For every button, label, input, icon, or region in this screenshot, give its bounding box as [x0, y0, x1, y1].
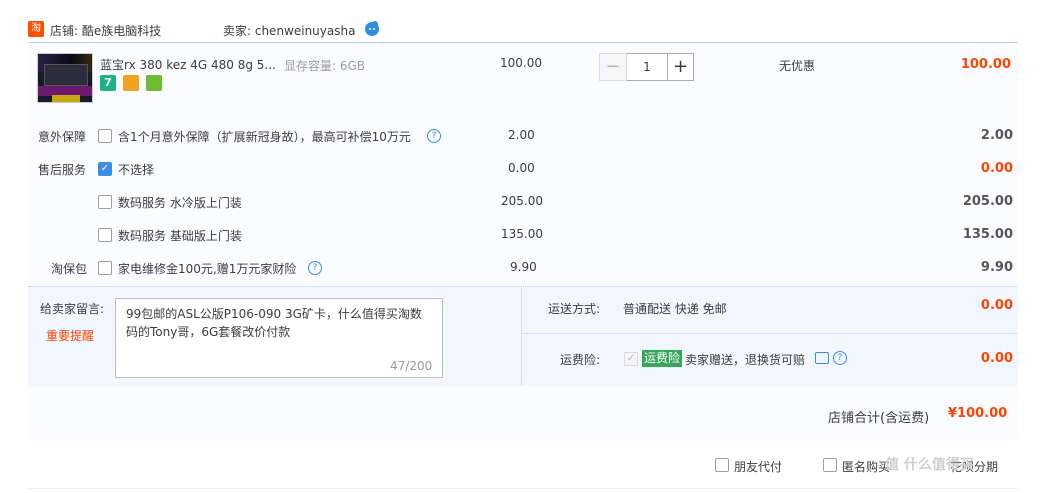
divider [521, 287, 522, 386]
taobao-protection-checkbox[interactable] [98, 261, 112, 275]
taobao-shop-icon: 淘 [28, 21, 44, 37]
anonymous-label[interactable]: 匿名购买 [842, 458, 890, 475]
after-sale-option-total: 205.00 [962, 194, 1013, 209]
unit-price: 100.00 [500, 56, 542, 70]
quantity-input[interactable]: 1 [627, 53, 667, 81]
taobao-protection-price: 9.90 [510, 260, 537, 274]
shop-total-value: ¥100.00 [948, 406, 1008, 421]
help-icon[interactable]: ? [427, 129, 441, 143]
divider [522, 333, 1018, 334]
chat-icon[interactable] [815, 351, 829, 364]
freight-insurance-desc: 卖家赠送，退换货可赔 [685, 353, 806, 367]
shop-total-label: 店铺合计(含运费) [828, 411, 930, 426]
quantity-increase-button[interactable]: + [667, 53, 694, 81]
after-sale-option-total: 0.00 [980, 161, 1013, 176]
seven-day-return-icon[interactable]: 7 [100, 75, 116, 91]
after-sale-option-text: 数码服务 水冷版上门装 [118, 196, 242, 210]
seller-name-link[interactable]: 卖家: chenweinuyasha [223, 22, 355, 39]
after-sale-option-price: 135.00 [501, 227, 543, 241]
product-title-link[interactable]: 蓝宝rx 380 kez 4G 480 8g 5... [100, 56, 276, 73]
taobao-protection-label: 淘保包 [51, 262, 88, 276]
product-thumbnail[interactable] [37, 53, 93, 103]
quantity-decrease-button[interactable]: − [599, 53, 627, 81]
after-sale-none-checkbox[interactable]: ✓ [98, 162, 112, 176]
credit-card-icon[interactable] [122, 75, 139, 91]
shop-name-link[interactable]: 店铺: 酷e族电脑科技 [50, 22, 161, 39]
accident-insurance-label: 意外保障 [38, 130, 87, 144]
accident-insurance-total: 2.00 [980, 128, 1013, 143]
shipping-method-label: 运送方式: [548, 302, 601, 316]
accident-insurance-text: 含1个月意外保障（扩展新冠身故），最高可补偿10万元 [118, 130, 411, 144]
download-service-icon[interactable] [145, 75, 162, 91]
freight-insurance-checkbox: ✓ [624, 352, 638, 366]
shop-header: 淘 店铺: 酷e族电脑科技 卖家: chenweinuyasha [28, 18, 1018, 42]
after-sale-basic-checkbox[interactable] [98, 228, 112, 242]
accident-insurance-checkbox[interactable] [98, 129, 112, 143]
friend-pay-checkbox[interactable] [715, 458, 729, 472]
taobao-protection-text: 家电维修金100元,赠1万元家财险 [118, 262, 297, 276]
after-sale-option-text: 不选择 [118, 163, 155, 177]
after-sale-option-total: 135.00 [962, 227, 1013, 242]
shipping-method-value[interactable]: 普通配送 快递 免邮 [623, 300, 727, 317]
item-subtotal: 100.00 [960, 57, 1011, 72]
friend-pay-label[interactable]: 朋友代付 [734, 458, 782, 475]
freight-insurance-icons: ? [815, 350, 847, 365]
after-sale-watercool-checkbox[interactable] [98, 195, 112, 209]
shipping-price: 0.00 [980, 298, 1013, 313]
help-icon[interactable]: ? [832, 350, 847, 365]
important-reminder-link[interactable]: 重要提醒 [46, 327, 94, 344]
taobao-protection-total: 9.90 [980, 260, 1013, 275]
message-char-count: 47/200 [390, 359, 433, 373]
seller-message-label: 给卖家留言: [40, 302, 105, 316]
freight-insurance-price: 0.00 [980, 351, 1013, 366]
after-sale-label: 售后服务 [38, 163, 87, 177]
accident-insurance-price: 2.00 [508, 128, 535, 142]
after-sale-option-text: 数码服务 基础版上门装 [118, 229, 242, 243]
help-icon[interactable]: ? [308, 261, 322, 275]
freight-insurance-label: 运费险: [560, 353, 601, 367]
anonymous-checkbox[interactable] [823, 458, 837, 472]
divider [28, 488, 1018, 489]
wangwang-chat-icon[interactable] [364, 20, 380, 36]
service-icons: 7 [100, 75, 165, 91]
after-sale-option-price: 0.00 [508, 161, 535, 175]
promotion-text: 无优惠 [779, 59, 816, 73]
freight-insurance-badge: 运费险 [642, 350, 683, 367]
product-spec: 显存容量: 6GB [284, 59, 366, 73]
watermark: 值 什么值得买 [885, 457, 974, 473]
after-sale-option-price: 205.00 [501, 194, 543, 208]
